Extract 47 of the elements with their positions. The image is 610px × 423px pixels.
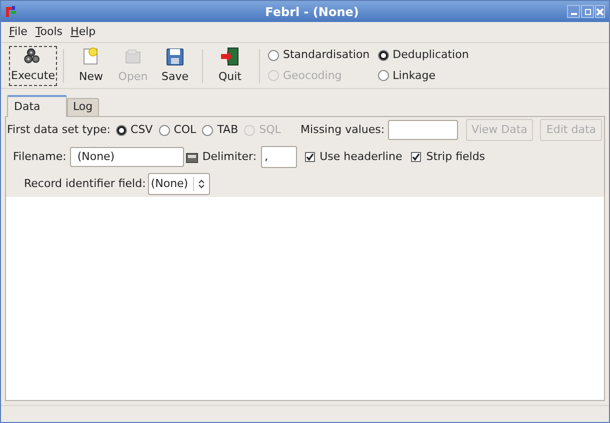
checkbox[interactable] <box>304 152 315 162</box>
menu-item[interactable]: Help <box>68 24 99 40</box>
checkbox[interactable] <box>411 152 422 162</box>
record-identifier-label: Record identifier field: <box>24 176 146 192</box>
record-identifier-dropdown[interactable]: (None) <box>148 173 210 195</box>
close-button[interactable] <box>595 5 605 18</box>
missing-values-label: Missing values: <box>300 122 385 138</box>
folder-icon[interactable] <box>186 152 198 162</box>
window-title: Febrl - (None) <box>265 4 359 20</box>
option-label: Geocoding <box>283 68 342 84</box>
filename-field[interactable]: (None) <box>70 147 184 167</box>
save-icon <box>164 46 186 67</box>
tab[interactable]: Log <box>67 98 99 117</box>
option-label: Standardisation <box>283 47 370 63</box>
menu-item[interactable]: File <box>6 24 30 40</box>
missing-values-field[interactable] <box>388 120 458 140</box>
toolbar-button[interactable]: New <box>70 46 112 86</box>
delimiter-field[interactable]: , <box>260 146 297 168</box>
option-label: Deduplication <box>392 47 469 63</box>
quit-icon <box>219 46 241 67</box>
maximize-button[interactable] <box>581 5 594 18</box>
data-type-radio[interactable] <box>202 124 214 136</box>
check-icon <box>306 153 314 161</box>
option-label: CSV <box>130 122 153 138</box>
data-set-type-label: First data set type: <box>7 122 111 138</box>
spinner-arrows-icon <box>198 179 206 189</box>
check-icon <box>412 153 420 161</box>
menu-item[interactable]: Tools <box>32 24 66 40</box>
option-label: SQL <box>259 122 281 138</box>
delimiter-label: Delimiter: <box>202 148 257 165</box>
mode-radio[interactable] <box>378 70 389 82</box>
filename-label: Filename: <box>13 148 66 165</box>
toolbar-button[interactable]: Save <box>154 46 196 86</box>
option-label: Linkage <box>392 68 436 84</box>
app-logo-icon <box>5 6 17 18</box>
mode-radio[interactable] <box>378 50 389 61</box>
minimize-button[interactable] <box>567 5 580 18</box>
option-label: TAB <box>217 122 238 138</box>
mode-radio[interactable] <box>268 50 279 61</box>
data-type-radio[interactable] <box>158 124 170 136</box>
data-type-radio[interactable] <box>116 124 127 136</box>
checkbox-label: Strip fields <box>426 148 486 165</box>
toolbar-button[interactable]: Quit <box>209 46 251 86</box>
checkbox-label: Use headerline <box>320 148 402 165</box>
toolbar-button[interactable]: Execute <box>9 46 57 86</box>
tab[interactable]: Data <box>7 95 67 117</box>
option-label: COL <box>174 122 196 138</box>
